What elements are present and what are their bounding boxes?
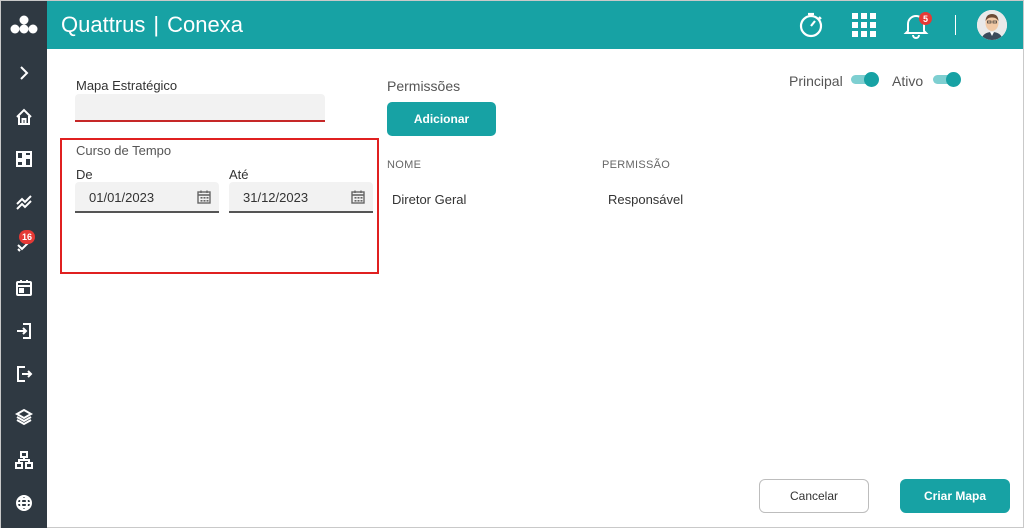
- criar-mapa-button[interactable]: Criar Mapa: [900, 479, 1010, 513]
- notifications-badge: 5: [919, 12, 932, 25]
- adicionar-button[interactable]: Adicionar: [387, 102, 496, 136]
- ativo-toggle[interactable]: [933, 72, 961, 87]
- cancel-button[interactable]: Cancelar: [759, 479, 869, 513]
- column-header-nome: NOME: [387, 159, 422, 171]
- home-icon[interactable]: [1, 102, 47, 132]
- dashboard-icon[interactable]: [1, 144, 47, 174]
- column-header-permissao: PERMISSÃO: [602, 159, 671, 171]
- ativo-label: Ativo: [892, 73, 924, 89]
- sidebar: 16: [1, 1, 47, 528]
- mapa-label: Mapa Estratégico: [76, 78, 178, 93]
- hierarchy-icon[interactable]: [1, 445, 47, 475]
- globe-icon[interactable]: [1, 488, 47, 518]
- calendar-icon[interactable]: [1, 273, 47, 303]
- top-bar: Quattrus | Conexa 5: [47, 1, 1023, 49]
- trend-icon[interactable]: [1, 187, 47, 217]
- layers-icon[interactable]: [1, 402, 47, 432]
- brand-name: Quattrus: [61, 12, 146, 37]
- cell-nome: Diretor Geral: [392, 192, 467, 207]
- brand-separator: |: [153, 12, 160, 37]
- avatar[interactable]: [977, 10, 1007, 40]
- permissoes-title: Permissões: [387, 78, 461, 94]
- stopwatch-icon[interactable]: [797, 11, 825, 39]
- brand[interactable]: Quattrus | Conexa: [61, 12, 243, 38]
- toggle-knob: [864, 72, 879, 87]
- principal-label: Principal: [789, 73, 843, 89]
- brand-product: Conexa: [167, 12, 243, 37]
- header-divider: [955, 15, 956, 35]
- tasks-icon[interactable]: 16: [1, 230, 47, 260]
- mapa-estrategico-input[interactable]: [75, 94, 325, 122]
- highlight-box: [60, 138, 379, 274]
- logo-icon[interactable]: [1, 1, 47, 49]
- toggle-knob: [946, 72, 961, 87]
- bell-icon[interactable]: 5: [902, 11, 932, 39]
- login-icon[interactable]: [1, 316, 47, 346]
- principal-toggle[interactable]: [851, 72, 879, 87]
- tasks-badge: 16: [19, 230, 36, 244]
- cell-permissao: Responsável: [608, 192, 684, 207]
- chevron-right-icon[interactable]: [1, 58, 47, 88]
- apps-grid-icon[interactable]: [850, 11, 878, 39]
- logout-icon[interactable]: [1, 359, 47, 389]
